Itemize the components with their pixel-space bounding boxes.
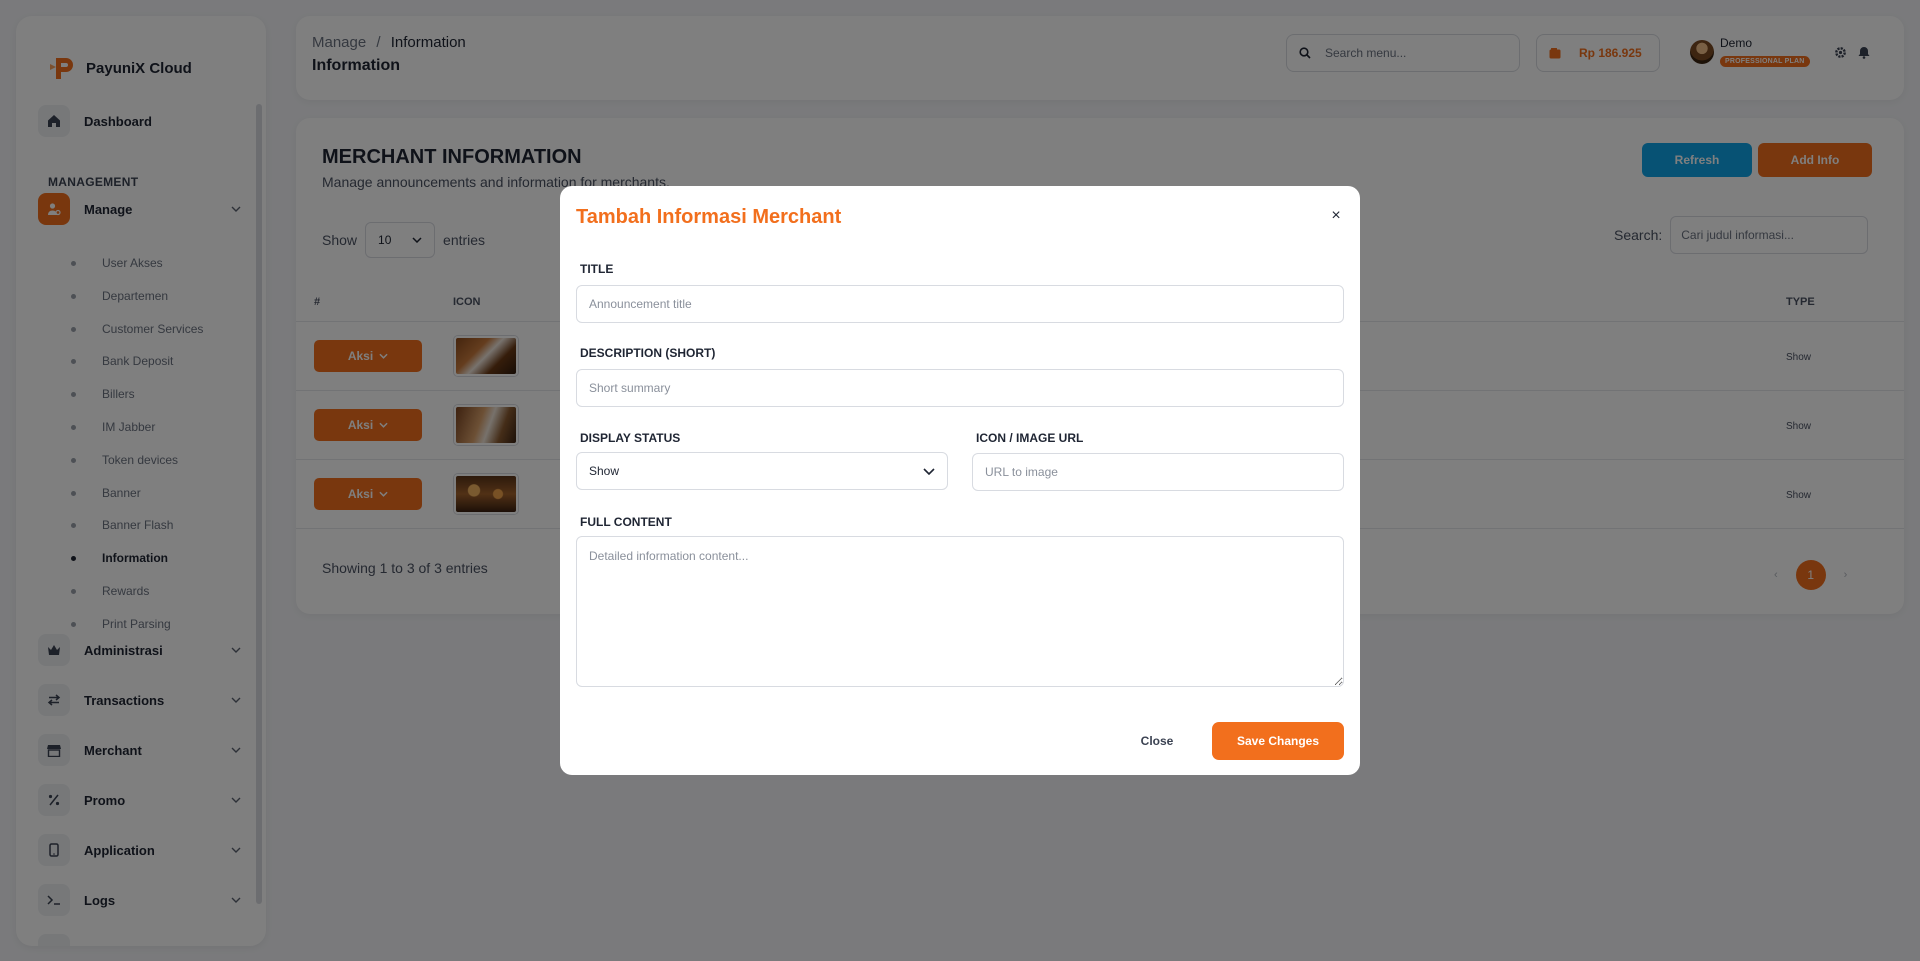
close-button[interactable]: Close <box>1132 724 1182 758</box>
full-content-label: FULL CONTENT <box>580 515 672 529</box>
chevron-down-icon <box>923 467 935 475</box>
title-input[interactable] <box>576 285 1344 323</box>
title-label: TITLE <box>580 262 614 276</box>
full-content-textarea[interactable] <box>576 536 1344 687</box>
description-label: DESCRIPTION (SHORT) <box>580 346 716 360</box>
icon-url-input[interactable] <box>972 453 1344 491</box>
modal-title: Tambah Informasi Merchant <box>576 206 842 228</box>
save-changes-button[interactable]: Save Changes <box>1212 722 1344 760</box>
display-status-value: Show <box>589 464 620 478</box>
icon-url-label: ICON / IMAGE URL <box>976 431 1084 445</box>
close-icon[interactable]: × <box>1328 207 1344 224</box>
add-info-modal: Tambah Informasi Merchant × TITLE DESCRI… <box>560 186 1360 775</box>
display-status-label: DISPLAY STATUS <box>580 431 681 445</box>
description-input[interactable] <box>576 369 1344 407</box>
display-status-select[interactable]: Show <box>576 452 948 490</box>
